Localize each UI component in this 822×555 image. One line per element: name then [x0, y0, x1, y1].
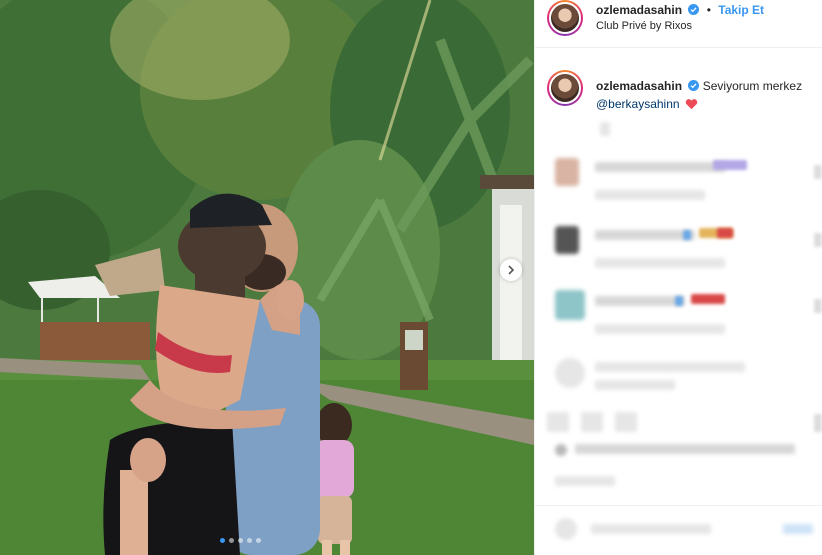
blurred-comment — [595, 380, 675, 390]
caption-text: ozlemadasahin Seviyorum merkez @berkaysa… — [596, 77, 820, 113]
blurred-like — [814, 233, 822, 247]
post-side-panel: ozlemadasahin • Takip Et Club Privé by R… — [534, 0, 822, 555]
liked-by-avatar — [555, 444, 567, 456]
comment-input[interactable] — [591, 524, 711, 534]
carousel-dot — [256, 538, 261, 543]
emoji-icon[interactable] — [555, 518, 577, 540]
carousel-dot — [238, 538, 243, 543]
blurred-comment — [595, 230, 695, 240]
comment-avatar — [555, 158, 579, 186]
comment-icon[interactable] — [581, 412, 603, 432]
post-header: ozlemadasahin • Takip Et Club Privé by R… — [535, 0, 822, 48]
chevron-right-icon — [508, 265, 515, 275]
carousel-dot — [229, 538, 234, 543]
post-photo[interactable] — [0, 0, 534, 555]
next-slide-button[interactable] — [500, 259, 522, 281]
location-link[interactable]: Club Privé by Rixos — [596, 20, 692, 32]
save-icon[interactable] — [814, 414, 822, 432]
comment-avatar — [555, 358, 585, 388]
blurred-comment — [595, 362, 745, 372]
blurred-emoji — [683, 230, 691, 240]
blurred-comment — [595, 296, 685, 306]
header-name-row: ozlemadasahin • Takip Et — [596, 3, 764, 17]
photo-scene — [0, 0, 534, 555]
blurred-emoji — [691, 294, 725, 304]
follow-button[interactable]: Takip Et — [718, 3, 764, 17]
blurred-meta — [595, 190, 705, 200]
post-comment-button[interactable] — [783, 524, 813, 534]
blurred-like — [814, 165, 822, 179]
blurred-time — [600, 122, 610, 136]
blurred-emoji — [717, 228, 733, 238]
header-separator: • — [706, 3, 711, 17]
instagram-post: ozlemadasahin • Takip Et Club Privé by R… — [0, 0, 822, 555]
comment-avatar — [555, 290, 585, 320]
comment-avatar — [555, 226, 579, 254]
avatar[interactable] — [547, 0, 583, 36]
caption-mention[interactable]: @berkaysahinn — [596, 97, 680, 111]
blurred-emoji — [713, 160, 747, 170]
blurred-date — [555, 476, 615, 486]
blurred-like — [814, 299, 822, 313]
heart-icon — [685, 99, 698, 110]
share-icon[interactable] — [615, 412, 637, 432]
verified-badge-icon — [688, 4, 700, 15]
carousel-dot — [247, 538, 252, 543]
divider — [535, 505, 822, 506]
verified-badge-icon — [688, 80, 700, 91]
avatar[interactable] — [547, 70, 583, 106]
username-link[interactable]: ozlemadasahin — [596, 3, 682, 17]
caption-body: Seviyorum merkez — [702, 79, 803, 93]
blurred-emoji — [675, 296, 683, 306]
carousel-dot — [220, 538, 225, 543]
blurred-comment — [595, 162, 725, 172]
caption-username[interactable]: ozlemadasahin — [596, 79, 682, 93]
blurred-meta — [595, 324, 725, 334]
like-icon[interactable] — [547, 412, 569, 432]
blurred-likes — [575, 444, 795, 454]
blurred-meta — [595, 258, 725, 268]
carousel-dots — [220, 538, 261, 543]
